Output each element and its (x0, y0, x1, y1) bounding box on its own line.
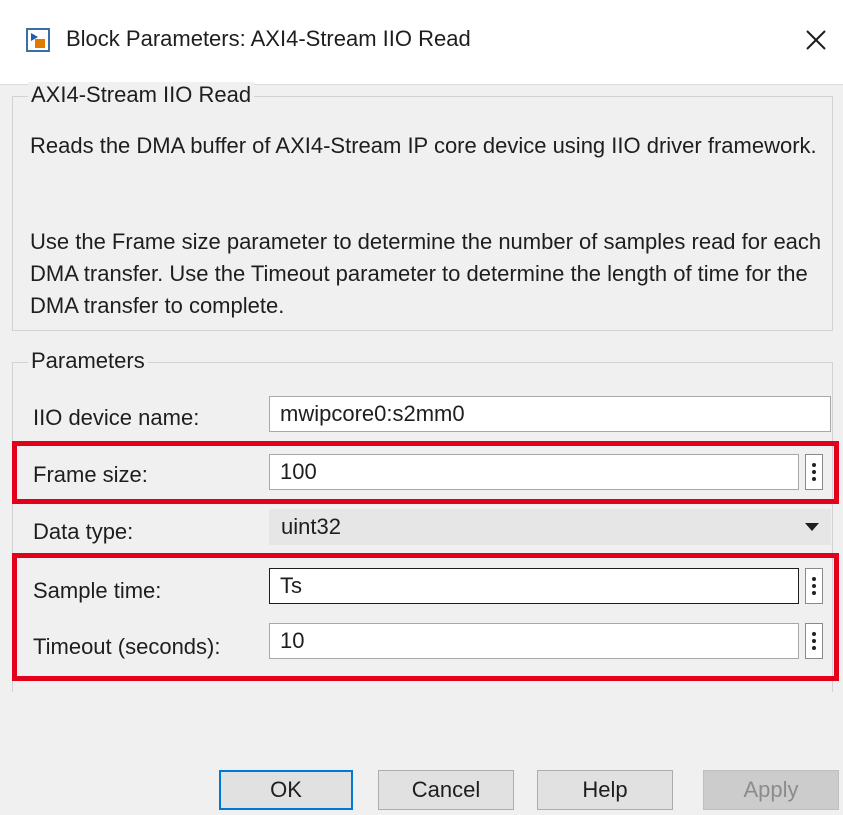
close-icon (806, 30, 826, 50)
data-type-value: uint32 (281, 514, 341, 539)
description-group-title: AXI4-Stream IIO Read (28, 82, 255, 108)
frame-size-highlight (12, 441, 839, 504)
chevron-down-icon (805, 523, 819, 531)
title-bar: Block Parameters: AXI4-Stream IIO Read (0, 0, 843, 85)
data-type-label: Data type: (33, 519, 134, 544)
parameters-group-title: Parameters (28, 348, 148, 374)
apply-button[interactable]: Apply (703, 770, 839, 810)
device-name-label: IIO device name: (33, 405, 200, 430)
window-title: Block Parameters: AXI4-Stream IIO Read (66, 26, 471, 51)
help-button[interactable]: Help (537, 770, 673, 810)
simulink-block-icon (26, 28, 50, 52)
sample-timeout-highlight (12, 553, 839, 681)
description-paragraph-2: Use the Frame size parameter to determin… (30, 229, 822, 318)
ok-button[interactable]: OK (219, 770, 353, 810)
description-paragraph-1: Reads the DMA buffer of AXI4-Stream IP c… (30, 133, 817, 158)
cancel-button[interactable]: Cancel (378, 770, 514, 810)
data-type-select[interactable]: uint32 (269, 509, 831, 545)
device-name-input[interactable]: mwipcore0:s2mm0 (269, 396, 831, 432)
close-button[interactable] (792, 14, 840, 66)
